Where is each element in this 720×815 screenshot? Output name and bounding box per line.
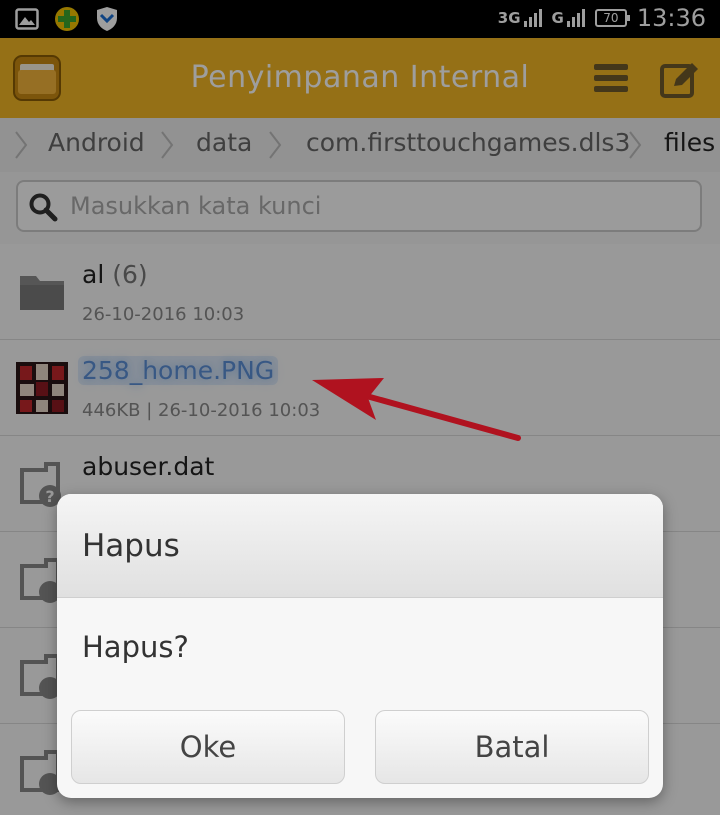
ok-button[interactable]: Oke: [71, 710, 345, 784]
dialog-title: Hapus: [82, 528, 180, 564]
cancel-button[interactable]: Batal: [375, 710, 649, 784]
delete-dialog: Hapus Hapus? Oke Batal: [57, 494, 663, 798]
dialog-header: Hapus: [57, 494, 663, 598]
dialog-message: Hapus?: [82, 630, 189, 664]
